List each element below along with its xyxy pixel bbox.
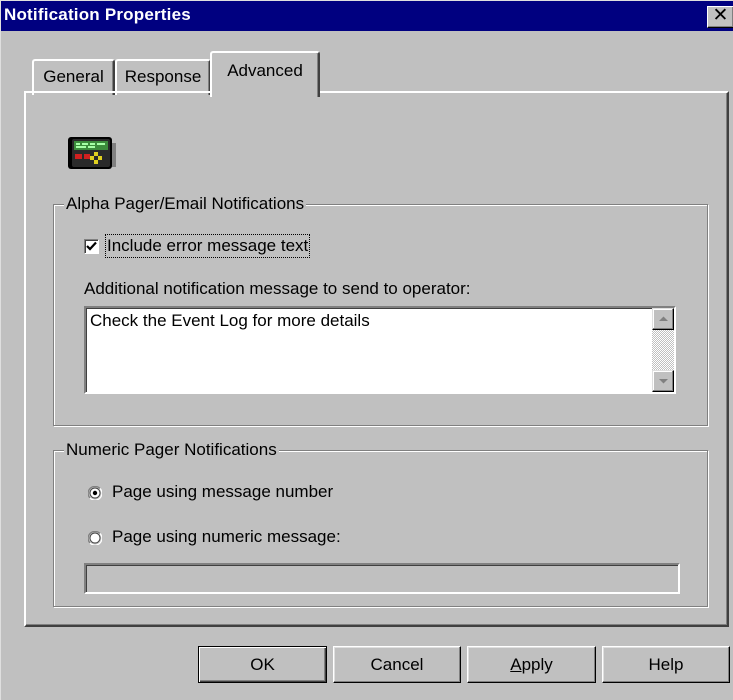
radio-numeric-message[interactable] [88,531,102,545]
message-scrollbar[interactable] [652,308,674,392]
include-error-checkbox[interactable] [84,239,99,254]
close-button[interactable]: ✕ [707,6,733,28]
alpha-pager-group: Alpha Pager/Email Notifications Include … [53,194,708,426]
radio-message-number-label[interactable]: Page using message number [112,482,333,502]
tab-advanced[interactable]: Advanced [210,51,320,97]
scroll-down-button[interactable] [652,370,674,392]
alpha-pager-group-title: Alpha Pager/Email Notifications [64,194,307,214]
numeric-pager-group-title: Numeric Pager Notifications [64,440,279,460]
additional-message-text: Check the Event Log for more details [90,311,370,330]
radio-message-number[interactable] [88,486,102,500]
apply-button[interactable]: Apply [467,646,596,683]
numeric-pager-group: Numeric Pager Notifications Page using m… [53,440,708,607]
radio-numeric-message-label[interactable]: Page using numeric message: [112,527,341,547]
checkmark-icon [86,241,97,251]
ok-button[interactable]: OK [198,646,327,683]
tab-general[interactable]: General [32,59,115,95]
close-icon: ✕ [712,5,729,26]
scroll-up-button[interactable] [652,308,674,330]
tab-response[interactable]: Response [115,59,211,95]
additional-message-textarea[interactable]: Check the Event Log for more details [84,306,676,394]
help-button[interactable]: Help [602,646,730,683]
additional-message-label: Additional notification message to send … [84,279,471,298]
pager-icon [68,137,116,169]
tab-general-label: General [43,67,104,86]
arrow-up-icon [659,316,668,321]
notification-properties-dialog: Notification Properties ✕ General Respon… [0,0,733,700]
tab-response-label: Response [124,67,202,86]
include-error-label[interactable]: Include error message text [104,234,311,258]
arrow-down-icon [659,379,668,384]
apply-accelerator: A [510,654,522,674]
advanced-tab-panel: Alpha Pager/Email Notifications Include … [24,91,729,627]
window-title: Notification Properties [4,5,191,24]
title-bar[interactable]: Notification Properties ✕ [1,1,733,31]
apply-label-rest: pply [521,654,553,674]
numeric-message-field[interactable] [84,563,680,594]
tab-advanced-label: Advanced [227,61,303,80]
cancel-button[interactable]: Cancel [333,646,461,683]
